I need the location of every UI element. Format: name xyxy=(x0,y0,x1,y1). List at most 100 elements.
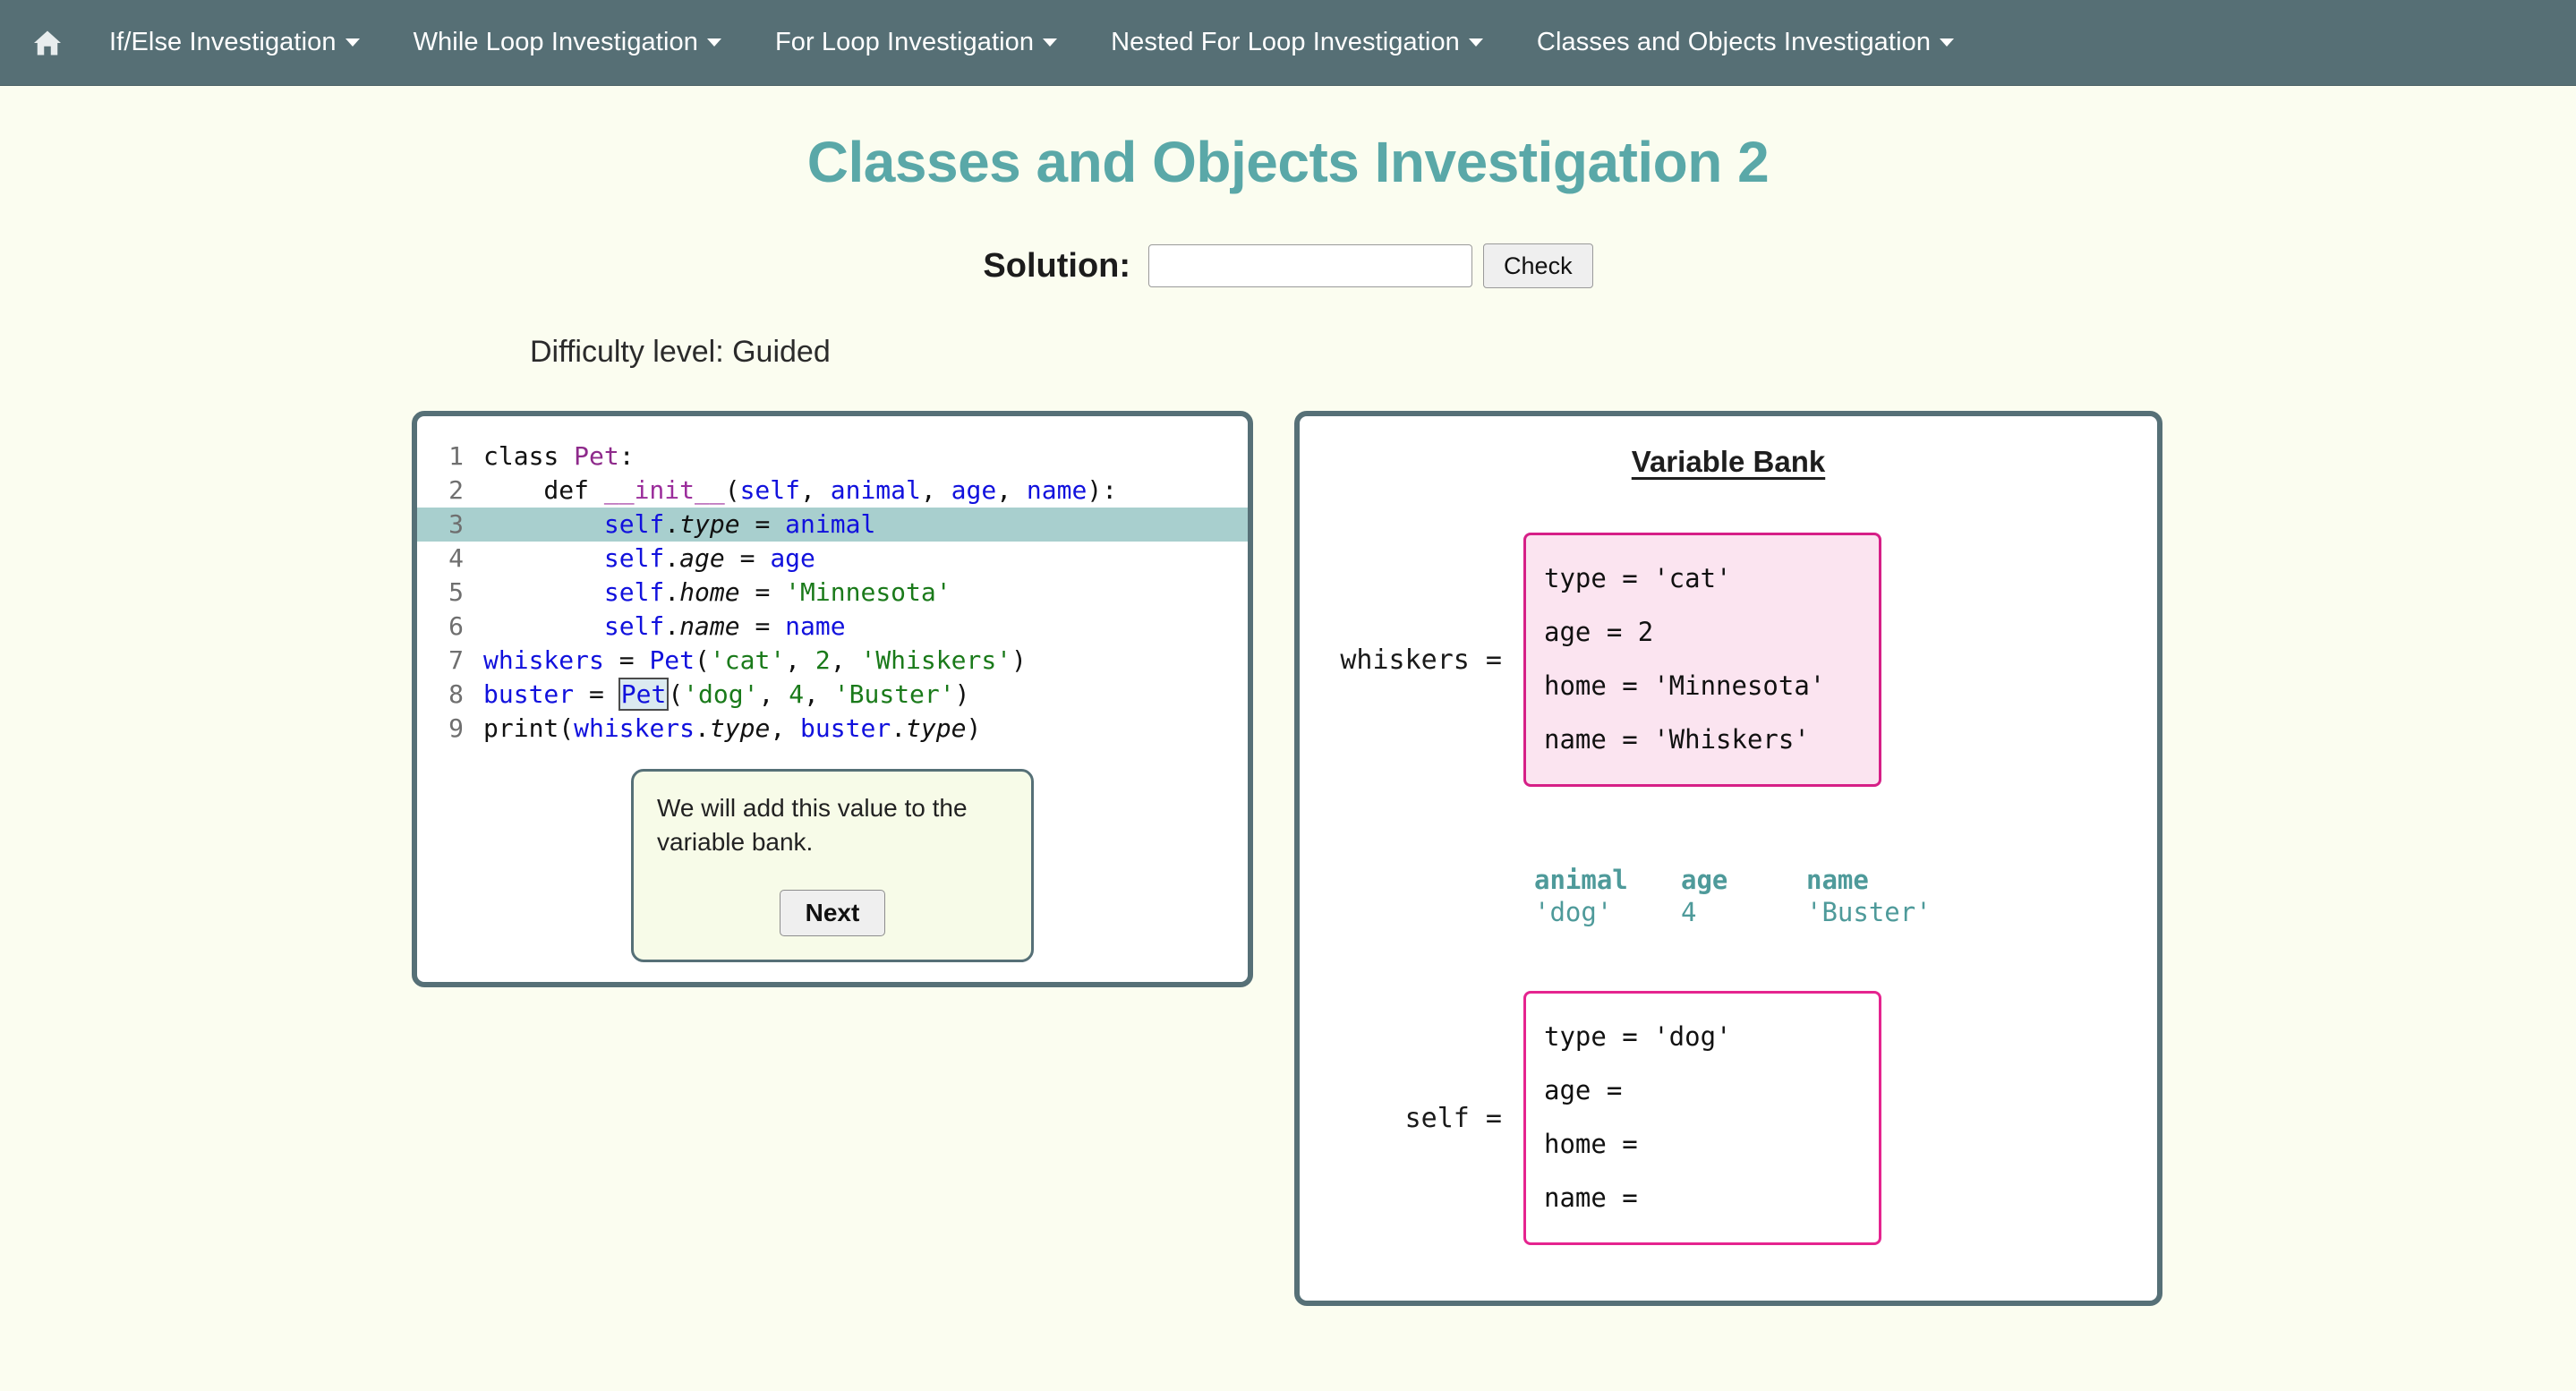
home-nav-button[interactable] xyxy=(13,0,82,86)
highlighted-token[interactable]: Pet xyxy=(618,678,670,711)
nav-item-while-loop[interactable]: While Loop Investigation xyxy=(387,0,748,86)
code-token: age xyxy=(679,543,725,573)
code-token: 'dog' xyxy=(683,679,758,709)
nav-item-for-loop[interactable]: For Loop Investigation xyxy=(748,0,1084,86)
variable-name-whiskers: whiskers = xyxy=(1332,644,1502,676)
chevron-down-icon xyxy=(345,38,360,47)
code-token: __init__ xyxy=(604,475,725,505)
code-token: ) xyxy=(1011,645,1027,675)
code-token: . xyxy=(891,713,906,743)
parameter-column-age: age 4 xyxy=(1670,864,1799,928)
parameter-value: 4 xyxy=(1670,896,1799,928)
code-token: type xyxy=(679,509,739,539)
parameter-column-animal: animal 'dog' xyxy=(1534,864,1670,928)
solution-input[interactable] xyxy=(1148,244,1472,287)
code-line: 4 self.age = age xyxy=(417,542,1248,576)
page-title: Classes and Objects Investigation 2 xyxy=(0,129,2576,195)
code-token: whiskers xyxy=(483,645,604,675)
code-token: name xyxy=(785,611,845,641)
code-line: 6 self.name = name xyxy=(417,610,1248,644)
code-token: ) xyxy=(955,679,970,709)
code-token: . xyxy=(664,509,679,539)
code-token: self xyxy=(604,611,664,641)
chevron-down-icon xyxy=(707,38,721,47)
code-token: = xyxy=(604,645,650,675)
code-token: , xyxy=(831,645,861,675)
code-token: , xyxy=(770,713,800,743)
code-line-text: self.age = age xyxy=(483,542,1248,576)
code-token: Pet xyxy=(649,645,695,675)
code-token: ) xyxy=(966,713,981,743)
code-token: buster xyxy=(483,679,574,709)
code-token: 2 xyxy=(815,645,831,675)
code-token: type xyxy=(710,713,770,743)
code-token: ( xyxy=(668,679,683,709)
main-content: 1class Pet:2 def __init__(self, animal, … xyxy=(0,411,2576,1306)
code-token: class xyxy=(483,441,574,471)
code-token: = xyxy=(740,577,786,607)
code-token: 4 xyxy=(789,679,804,709)
object-field: type = 'dog' xyxy=(1544,1010,1861,1063)
code-token: self xyxy=(740,475,800,505)
code-line-text: class Pet: xyxy=(483,439,1248,474)
nav-item-label: If/Else Investigation xyxy=(109,28,337,57)
main-navbar: If/Else Investigation While Loop Investi… xyxy=(0,0,2576,86)
parameter-key: animal xyxy=(1534,864,1670,896)
code-token: type xyxy=(906,713,966,743)
parameter-key: age xyxy=(1670,864,1799,896)
code-token: = xyxy=(740,509,786,539)
object-field: age = xyxy=(1544,1063,1861,1117)
variable-entry-self: self = type = 'dog' age = home = name = xyxy=(1300,991,2157,1245)
code-token: , xyxy=(758,679,789,709)
object-field: name = xyxy=(1544,1171,1861,1225)
nav-item-classes-and-objects[interactable]: Classes and Objects Investigation xyxy=(1510,0,1981,86)
code-line: 2 def __init__(self, animal, age, name): xyxy=(417,474,1248,508)
variable-bank-panel: Variable Bank whiskers = type = 'cat' ag… xyxy=(1294,411,2162,1306)
code-token: print( xyxy=(483,713,574,743)
code-token: animal xyxy=(785,509,875,539)
solution-form: Solution: Check xyxy=(0,243,2576,288)
parameter-table: animal 'dog' age 4 name 'Buster' xyxy=(1300,864,2157,928)
nav-item-ifelse[interactable]: If/Else Investigation xyxy=(82,0,387,86)
code-line-text: self.name = name xyxy=(483,610,1248,644)
tooltip-text: We will add this value to the variable b… xyxy=(657,791,1008,859)
variable-bank-title: Variable Bank xyxy=(1300,445,2157,479)
code-token: ): xyxy=(1087,475,1117,505)
code-token xyxy=(483,577,604,607)
chevron-down-icon xyxy=(1043,38,1057,47)
variable-entry-whiskers: whiskers = type = 'cat' age = 2 home = '… xyxy=(1300,533,2157,787)
code-line-number: 7 xyxy=(417,644,483,678)
code-line: 3 self.type = animal xyxy=(417,508,1248,542)
code-token: self xyxy=(604,577,664,607)
code-token: , xyxy=(996,475,1027,505)
code-token: = xyxy=(574,679,619,709)
code-line-number: 5 xyxy=(417,576,483,610)
code-token: , xyxy=(785,645,815,675)
code-token: name xyxy=(1027,475,1087,505)
code-token: . xyxy=(664,543,679,573)
next-button[interactable]: Next xyxy=(780,890,886,936)
nav-item-nested-for-loop[interactable]: Nested For Loop Investigation xyxy=(1084,0,1510,86)
code-line-text: whiskers = Pet('cat', 2, 'Whiskers') xyxy=(483,644,1248,678)
code-token: ( xyxy=(725,475,740,505)
code-token: buster xyxy=(800,713,891,743)
code-line-number: 1 xyxy=(417,439,483,474)
nav-item-label: Nested For Loop Investigation xyxy=(1111,28,1460,57)
code-line: 5 self.home = 'Minnesota' xyxy=(417,576,1248,610)
code-line-number: 4 xyxy=(417,542,483,576)
object-box-self: type = 'dog' age = home = name = xyxy=(1523,991,1881,1245)
code-line-number: 8 xyxy=(417,678,483,712)
parameter-value: 'Buster' xyxy=(1799,896,1978,928)
object-field: name = 'Whiskers' xyxy=(1544,713,1861,766)
code-line-number: 9 xyxy=(417,712,483,746)
parameter-column-name: name 'Buster' xyxy=(1799,864,1978,928)
code-token: Pet xyxy=(574,441,619,471)
variable-name-self: self = xyxy=(1332,1103,1502,1134)
code-listing: 1class Pet:2 def __init__(self, animal, … xyxy=(417,439,1248,746)
check-button[interactable]: Check xyxy=(1483,243,1593,288)
code-token: , xyxy=(921,475,951,505)
code-line-text: self.home = 'Minnesota' xyxy=(483,576,1248,610)
object-field: type = 'cat' xyxy=(1544,551,1861,605)
code-line: 1class Pet: xyxy=(417,439,1248,474)
code-token: = xyxy=(725,543,771,573)
